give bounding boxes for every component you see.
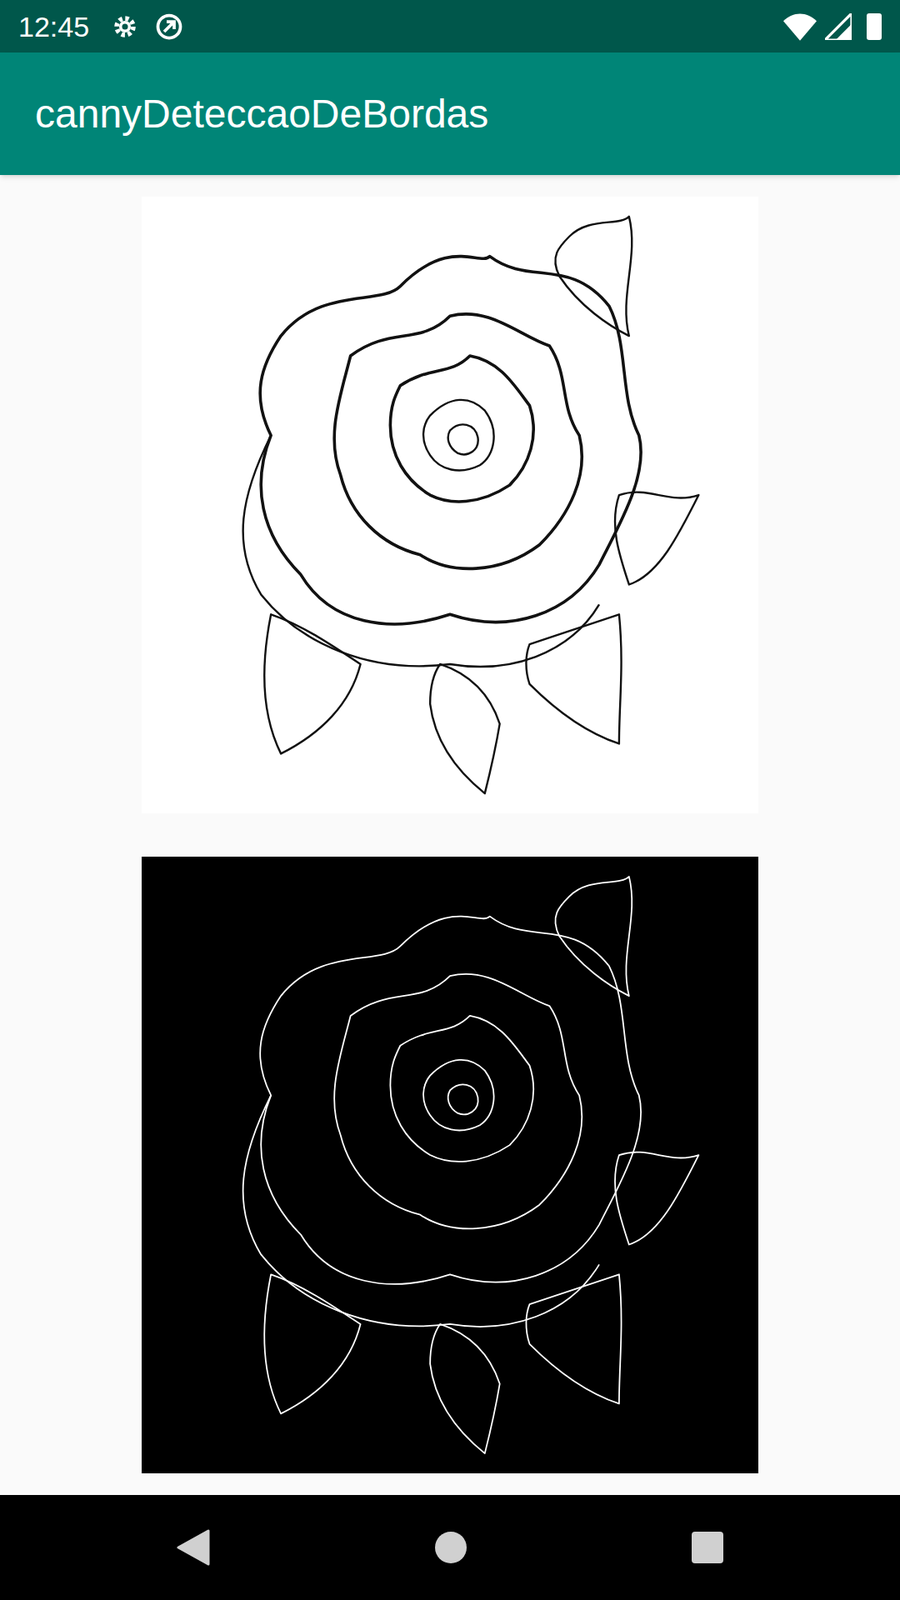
signal-icon bbox=[825, 13, 852, 40]
rose-drawing-icon bbox=[141, 196, 759, 814]
rose-drawing-icon bbox=[141, 856, 759, 1474]
home-icon[interactable] bbox=[435, 1531, 467, 1564]
back-icon[interactable] bbox=[176, 1529, 210, 1566]
sync-icon bbox=[154, 11, 185, 42]
battery-icon bbox=[866, 13, 882, 40]
app-title: cannyDeteccaoDeBordas bbox=[35, 94, 489, 135]
app-screen: 12:45 cannyDeteccaoDeBordas bbox=[0, 0, 900, 1600]
recents-icon[interactable] bbox=[691, 1531, 724, 1564]
status-time: 12:45 bbox=[18, 12, 90, 41]
edge-detection-image bbox=[141, 856, 759, 1474]
wifi-icon bbox=[783, 12, 817, 41]
navigation-bar bbox=[0, 1495, 900, 1600]
status-bar: 12:45 bbox=[0, 0, 900, 53]
gear-icon bbox=[110, 12, 140, 41]
app-bar: cannyDeteccaoDeBordas bbox=[0, 52, 900, 175]
original-image bbox=[141, 196, 759, 814]
content bbox=[0, 175, 900, 1495]
